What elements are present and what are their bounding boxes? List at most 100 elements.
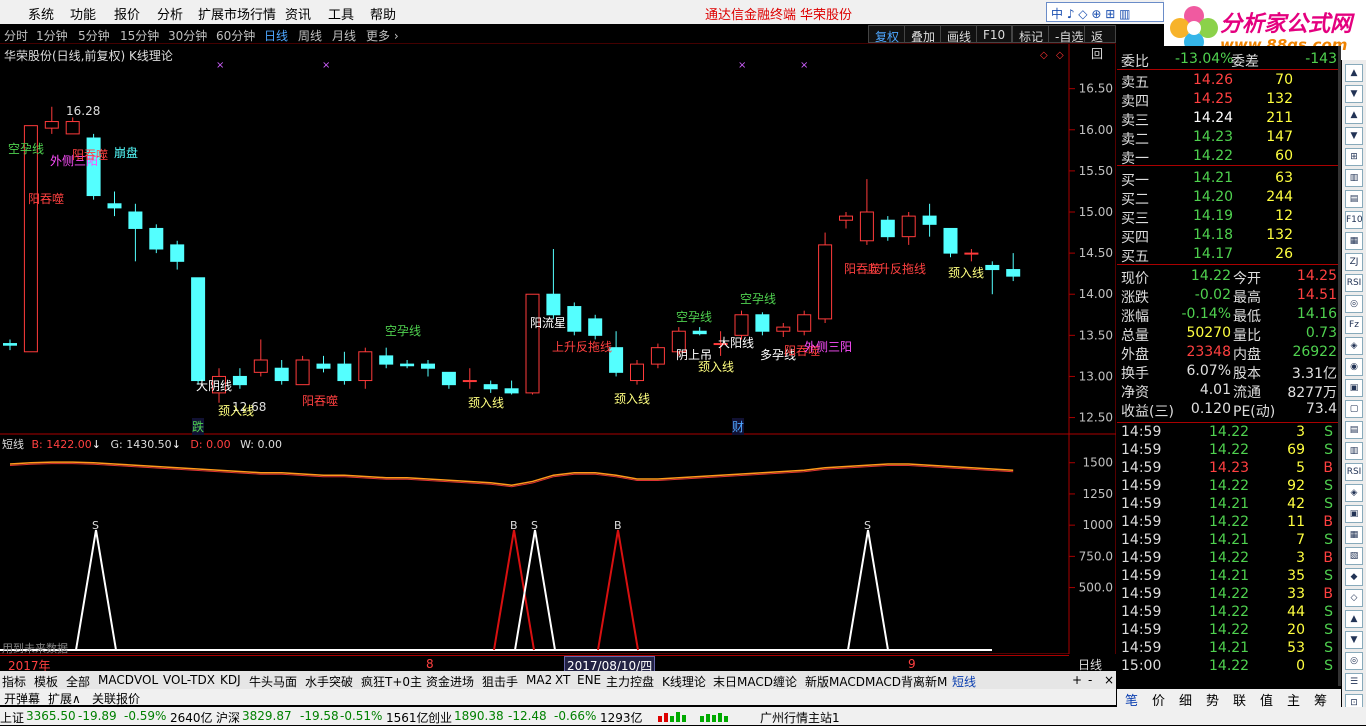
menu-quote[interactable]: 报价 [114, 4, 140, 23]
indicator-tab[interactable]: 狙击手 [482, 673, 518, 690]
indicator-tab[interactable]: 末日MACD [713, 673, 773, 690]
overlay-button[interactable]: 叠加 [904, 25, 943, 44]
menu-news[interactable]: 资讯 [285, 4, 311, 23]
period-5min[interactable]: 5分钟 [78, 27, 110, 44]
pattern-label: 颈入线 [468, 396, 505, 410]
tick-side: S [1324, 478, 1333, 494]
indicator-tab[interactable]: ENE [577, 673, 601, 687]
menu-system[interactable]: 系统 [28, 4, 54, 23]
period-1min[interactable]: 1分钟 [36, 27, 68, 44]
period-fenshi[interactable]: 分时 [4, 27, 28, 44]
toolbar-tool-icon[interactable]: ▥ [1345, 442, 1363, 460]
toolbar-tool-icon[interactable]: ◈ [1345, 484, 1363, 502]
mark-button[interactable]: 标记 [1012, 25, 1051, 44]
period-60min[interactable]: 60分钟 [216, 27, 255, 44]
indicator-tab[interactable]: XT [555, 673, 570, 687]
fuquan-button[interactable]: 复权 [868, 25, 907, 44]
indicator-tab[interactable]: MACD [98, 673, 134, 687]
indicator-tab[interactable]: 主力控盘 [606, 673, 654, 690]
server-name: 广州行情主站1 [760, 711, 840, 725]
toolbar-tool-icon[interactable]: ▲ [1345, 106, 1363, 124]
period-bar: 分时 1分钟 5分钟 15分钟 30分钟 60分钟 日线 周线 月线 更多 › … [0, 24, 1116, 61]
period-30min[interactable]: 30分钟 [168, 27, 207, 44]
tick-price: 14.22 [1209, 442, 1250, 458]
toolbar-tool-icon[interactable]: ZJ [1345, 253, 1363, 271]
toolbar-tool-icon[interactable]: RSI [1345, 463, 1363, 481]
toolbar-tool-icon[interactable]: ▢ [1345, 400, 1363, 418]
search-input[interactable]: 中 ♪ ◇ ⊕ ⊞ ▥ [1046, 2, 1164, 22]
menu-analysis[interactable]: 分析 [157, 4, 183, 23]
toolbar-tool-icon[interactable]: ▼ [1345, 85, 1363, 103]
stat-value: -0.14% [1181, 306, 1231, 322]
indicator-tab[interactable]: 新M [925, 673, 947, 690]
toolbar-tool-icon[interactable]: ▦ [1345, 526, 1363, 544]
indicator-tick-label: 1500 [1082, 456, 1113, 470]
indicator-tab[interactable]: VOL-TDX [163, 673, 215, 687]
tab-control-button[interactable]: × [1104, 673, 1114, 687]
period-weekly[interactable]: 周线 [298, 27, 322, 44]
menu-function[interactable]: 功能 [70, 4, 96, 23]
indicator-tab[interactable]: 新版MACD [805, 673, 865, 690]
toolbar-tool-icon[interactable]: ◎ [1345, 295, 1363, 313]
toolbar-tool-icon[interactable]: ▼ [1345, 127, 1363, 145]
toolbar-tool-icon[interactable]: ▤ [1345, 190, 1363, 208]
indicator-tab[interactable]: 资金进场 [426, 673, 474, 690]
tick-time: 15:00 [1121, 658, 1162, 674]
indicator-tab[interactable]: VOL [134, 673, 158, 687]
toolbar-tool-icon[interactable]: ◈ [1345, 337, 1363, 355]
menu-help[interactable]: 帮助 [370, 4, 396, 23]
indicator-tab[interactable]: 水手突破 [305, 673, 353, 690]
related-quote-button[interactable]: 关联报价 [92, 690, 140, 707]
toolbar-tool-icon[interactable]: ▧ [1345, 547, 1363, 565]
toolbar-tool-icon[interactable]: Fz [1345, 316, 1363, 334]
period-daily[interactable]: 日线 [264, 27, 288, 44]
tick-time: 14:59 [1121, 568, 1162, 584]
period-monthly[interactable]: 月线 [332, 27, 356, 44]
indicator-tab[interactable]: 疯狂T+0主 [361, 673, 422, 690]
f10-button[interactable]: F10 [976, 25, 1013, 43]
indicator-tab[interactable]: 缠论 [773, 673, 797, 690]
indicator-tab[interactable]: 指标 [2, 673, 26, 690]
candle [274, 360, 289, 385]
toolbar-tool-icon[interactable]: ▥ [1345, 169, 1363, 187]
menu-tools[interactable]: 工具 [328, 4, 354, 23]
expand-button[interactable]: 扩展∧ [48, 690, 81, 707]
indicator-tab[interactable]: 短线 [952, 673, 976, 690]
toolbar-tool-icon[interactable]: ▦ [1345, 232, 1363, 250]
indicator-tab[interactable]: 模板 [34, 673, 58, 690]
period-more[interactable]: 更多 › [366, 27, 399, 44]
toolbar-tool-icon[interactable]: ⊞ [1345, 148, 1363, 166]
tab-control-button[interactable]: + [1072, 673, 1082, 687]
toolbar-tool-icon[interactable]: F10 [1345, 211, 1363, 229]
toolbar-tool-icon[interactable]: ☰ [1345, 673, 1363, 691]
tab-control-button[interactable]: - [1088, 673, 1092, 687]
tick-price: 14.21 [1209, 568, 1250, 584]
indicator-tab[interactable]: KDJ [220, 673, 241, 687]
toolbar-tool-icon[interactable]: ▣ [1345, 379, 1363, 397]
danmu-button[interactable]: 开弹幕 [4, 690, 40, 707]
quote-row: 买二 14.20 244 [1117, 189, 1341, 208]
menu-extended-market[interactable]: 扩展市场行情 [198, 4, 276, 23]
toolbar-tool-icon[interactable]: ▲ [1345, 610, 1363, 628]
indicator-tab[interactable]: MA2 [526, 673, 552, 687]
quote-row: 14:59 14.22 3 B [1117, 550, 1341, 569]
toolbar-tool-icon[interactable]: ▼ [1345, 631, 1363, 649]
candle [985, 261, 1000, 295]
toolbar-tool-icon[interactable]: ▤ [1345, 421, 1363, 439]
draw-line-button[interactable]: 画线 [940, 25, 979, 44]
toolbar-tool-icon[interactable]: ◆ [1345, 568, 1363, 586]
indicator-tab[interactable]: MACD背离 [865, 673, 925, 690]
toolbar-tool-icon[interactable]: ◎ [1345, 652, 1363, 670]
toolbar-tool-icon[interactable]: ▲ [1345, 64, 1363, 82]
back-button[interactable]: 返回 [1084, 25, 1116, 61]
indicator-tab[interactable]: 牛头马面 [249, 673, 297, 690]
toolbar-tool-icon[interactable]: ◉ [1345, 358, 1363, 376]
period-15min[interactable]: 15分钟 [120, 27, 159, 44]
indicator-tab[interactable]: 全部 [66, 673, 90, 690]
indicator-tab[interactable]: K线理论 [662, 673, 706, 690]
toolbar-tool-icon[interactable]: ▣ [1345, 505, 1363, 523]
toolbar-tool-icon[interactable]: ◇ [1345, 589, 1363, 607]
toolbar-tool-icon[interactable]: RSI [1345, 274, 1363, 292]
ask-label: 卖五 [1121, 75, 1149, 91]
indicator-tick-label: 1250 [1082, 487, 1113, 501]
